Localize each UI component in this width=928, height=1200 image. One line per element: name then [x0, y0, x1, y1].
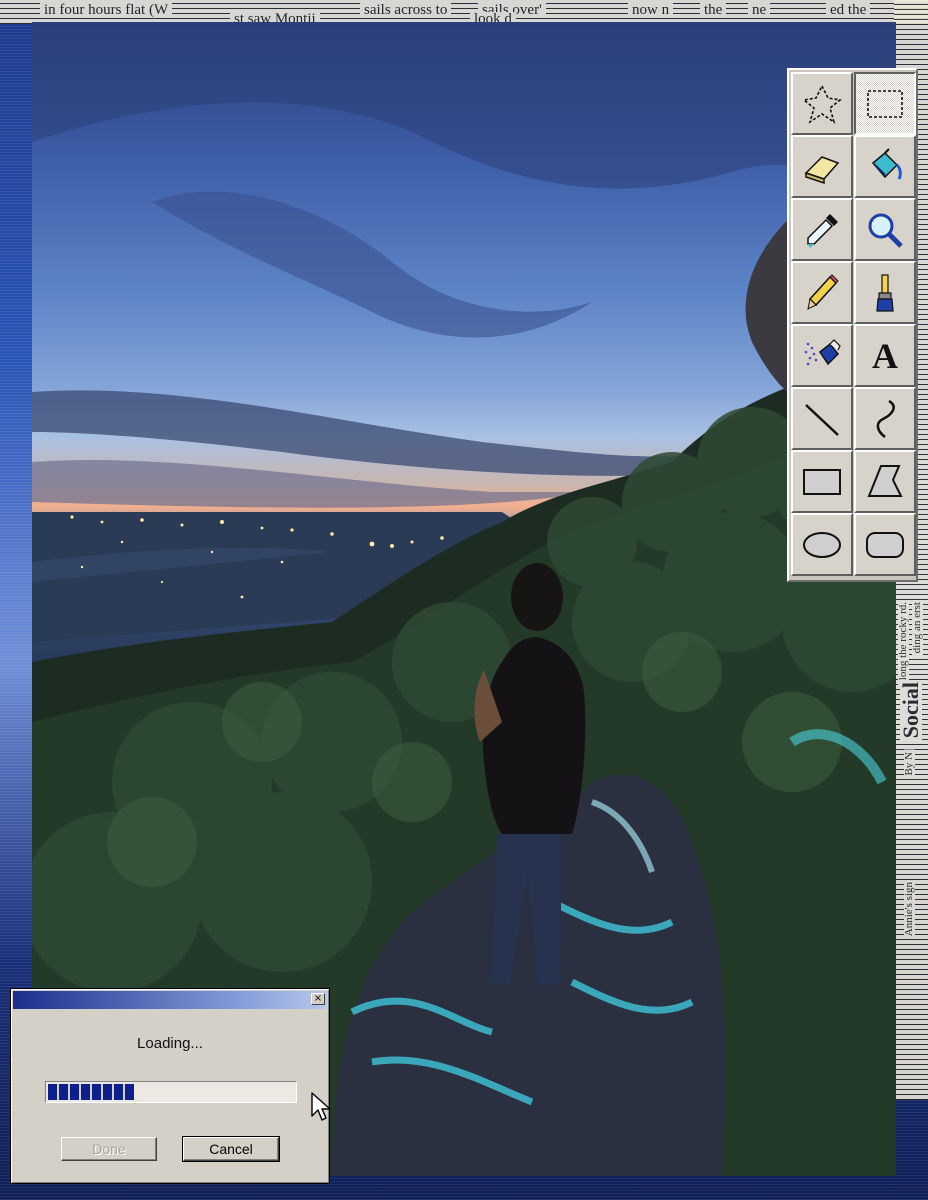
polygon-icon [867, 464, 903, 497]
brush-icon [876, 273, 894, 312]
mouse-cursor-icon [311, 1092, 331, 1121]
line-tool[interactable] [791, 387, 853, 450]
cancel-button[interactable]: Cancel [182, 1136, 280, 1162]
newspaper-text: along the rocky rd. [897, 600, 909, 688]
line-icon [805, 403, 839, 436]
rectangle-tool[interactable] [791, 450, 853, 513]
dialog-titlebar[interactable]: × [13, 991, 327, 1009]
newspaper-strip-top: in four hours flat (W sails across to st… [0, 0, 928, 24]
magnifier-icon [868, 213, 903, 248]
newspaper-text: the [700, 3, 727, 18]
magnifier-tool[interactable] [854, 198, 916, 261]
newspaper-text: ed the [826, 3, 871, 18]
airbrush-tool[interactable] [791, 324, 853, 387]
ellipse-icon [803, 531, 841, 558]
fill-tool[interactable] [854, 135, 916, 198]
newspaper-text: Annie's sign [903, 880, 915, 939]
polygon-tool[interactable] [854, 450, 916, 513]
pencil-tool[interactable] [791, 261, 853, 324]
free-select-icon [802, 83, 842, 124]
airbrush-icon [804, 338, 841, 365]
brush-tool[interactable] [854, 261, 916, 324]
rounded-rect-tool[interactable] [854, 513, 916, 576]
paint-toolbox: A [787, 68, 918, 582]
ellipse-tool[interactable] [791, 513, 853, 576]
eraser-tool[interactable] [791, 135, 853, 198]
newspaper-text: By N [903, 750, 915, 778]
newspaper-text: now n [628, 3, 674, 18]
paint-bucket-icon [871, 147, 902, 180]
curve-icon [876, 399, 895, 438]
pencil-icon [807, 273, 839, 310]
close-icon: × [313, 993, 323, 1004]
rectangle-icon [803, 468, 841, 495]
rounded-rect-icon [866, 531, 904, 558]
progress-bar [45, 1081, 297, 1103]
eyedropper-icon [807, 213, 838, 248]
free-select-tool[interactable] [791, 72, 853, 135]
loading-message: Loading... [137, 1035, 203, 1052]
curve-tool[interactable] [854, 387, 916, 450]
newspaper-text: ne [748, 3, 771, 18]
rect-select-icon [867, 89, 903, 118]
close-button[interactable]: × [311, 993, 325, 1005]
progress-fill [48, 1084, 135, 1100]
eraser-icon [804, 155, 840, 184]
text-icon: A [872, 335, 898, 376]
rect-select-tool[interactable] [854, 72, 916, 135]
newspaper-text: sails across to [360, 3, 452, 18]
done-button[interactable]: Done [61, 1137, 157, 1161]
newspaper-text: Social [898, 680, 923, 741]
newspaper-text: in four hours flat (W [40, 3, 173, 18]
text-tool[interactable]: A [854, 324, 916, 387]
loading-dialog: × Loading... Done Cancel [10, 988, 330, 1184]
newspaper-text: ding an erst [911, 600, 923, 656]
color-picker-tool[interactable] [791, 198, 853, 261]
